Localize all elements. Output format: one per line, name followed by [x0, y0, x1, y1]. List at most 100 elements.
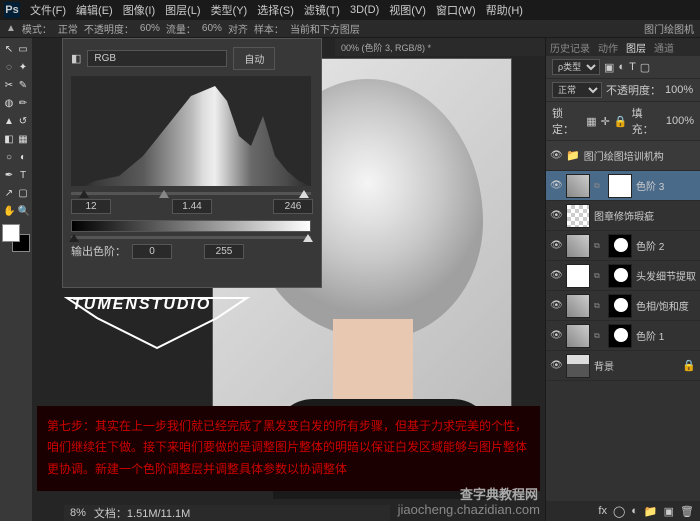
pen-tool[interactable]: ✒: [3, 167, 15, 183]
layer-thumb[interactable]: [566, 234, 590, 258]
document-tab[interactable]: 00% (色阶 3, RGB/8) *: [335, 38, 545, 56]
visibility-icon[interactable]: 👁: [550, 330, 562, 341]
menu-type[interactable]: 类型(Y): [211, 2, 248, 18]
layer-row[interactable]: 👁 ⧉ 头发细节提取: [546, 261, 700, 291]
tab-layers[interactable]: 图层: [626, 40, 646, 55]
layer-row[interactable]: 👁 ⧉ 色阶 2: [546, 231, 700, 261]
folder-icon[interactable]: 📁: [644, 505, 658, 518]
layer-row[interactable]: 👁 ⧉ 色相/饱和度: [546, 291, 700, 321]
lock-position-icon[interactable]: ✛: [601, 115, 610, 128]
fill-value[interactable]: 100%: [666, 115, 694, 127]
visibility-icon[interactable]: 👁: [550, 240, 562, 251]
layer-row[interactable]: 👁 背景 🔒: [546, 351, 700, 381]
link-icon[interactable]: ⧉: [594, 271, 604, 281]
opt-flow-value[interactable]: 60%: [202, 23, 222, 34]
menu-image[interactable]: 图像(I): [123, 2, 155, 18]
output-slider[interactable]: [71, 236, 311, 239]
black-point-handle[interactable]: [79, 190, 89, 198]
eraser-tool[interactable]: ◧: [3, 131, 15, 147]
eyedrop-tool[interactable]: ✎: [17, 77, 29, 93]
trash-icon[interactable]: 🗑: [680, 505, 694, 518]
color-swatch[interactable]: [2, 224, 30, 252]
filter-icon[interactable]: ▢: [640, 61, 650, 74]
mask-thumb[interactable]: [608, 234, 632, 258]
type-tool[interactable]: T: [17, 167, 29, 183]
menu-filter[interactable]: 滤镜(T): [304, 2, 340, 18]
menu-view[interactable]: 视图(V): [389, 2, 426, 18]
layer-thumb[interactable]: [566, 354, 590, 378]
visibility-icon[interactable]: 👁: [550, 270, 562, 281]
link-icon[interactable]: ⧉: [594, 181, 604, 191]
mask-thumb[interactable]: [608, 324, 632, 348]
out-black-handle[interactable]: [69, 234, 79, 242]
lock-pixels-icon[interactable]: ▦: [586, 115, 596, 128]
lasso-tool[interactable]: ◌: [3, 59, 15, 75]
menu-3d[interactable]: 3D(D): [350, 4, 379, 16]
filter-icon[interactable]: ▣: [604, 61, 614, 74]
layer-row[interactable]: 👁 ⧉ 色阶 3: [546, 171, 700, 201]
mask-thumb[interactable]: [608, 264, 632, 288]
tab-history[interactable]: 历史记录: [550, 40, 590, 55]
tab-channels[interactable]: 通道: [654, 40, 674, 55]
layer-group[interactable]: 👁 📁 图门绘图培训机构: [546, 141, 700, 171]
menu-layer[interactable]: 图层(L): [165, 2, 200, 18]
output-white[interactable]: [204, 244, 244, 259]
gradient-tool[interactable]: ▦: [17, 131, 29, 147]
gamma-handle[interactable]: [159, 190, 169, 198]
layer-thumb[interactable]: [566, 324, 590, 348]
mask-thumb[interactable]: [608, 174, 632, 198]
hand-tool[interactable]: ✋: [3, 203, 15, 219]
marquee-tool[interactable]: ▭: [17, 41, 29, 57]
opt-opacity-value[interactable]: 60%: [140, 23, 160, 34]
tab-actions[interactable]: 动作: [598, 40, 618, 55]
menu-select[interactable]: 选择(S): [257, 2, 294, 18]
visibility-icon[interactable]: 👁: [550, 150, 562, 161]
layer-thumb[interactable]: [566, 264, 590, 288]
brush-tool[interactable]: ✏: [17, 95, 29, 111]
dodge-tool[interactable]: ◐: [17, 149, 29, 165]
visibility-icon[interactable]: 👁: [550, 300, 562, 311]
input-black[interactable]: [71, 199, 111, 214]
wand-tool[interactable]: ✦: [17, 59, 29, 75]
menu-window[interactable]: 窗口(W): [436, 2, 476, 18]
heal-tool[interactable]: ◍: [3, 95, 15, 111]
filter-icon[interactable]: T: [629, 61, 636, 73]
output-black[interactable]: [132, 244, 172, 259]
visibility-icon[interactable]: 👁: [550, 210, 562, 221]
opt-align[interactable]: 对齐: [228, 21, 248, 36]
move-tool[interactable]: ↖: [3, 41, 15, 57]
visibility-icon[interactable]: 👁: [550, 360, 562, 371]
blend-mode[interactable]: 正常: [552, 82, 602, 98]
link-icon[interactable]: ⧉: [594, 241, 604, 251]
link-icon[interactable]: ⧉: [594, 331, 604, 341]
layer-thumb[interactable]: [566, 294, 590, 318]
opt-sample-value[interactable]: 当前和下方图层: [290, 21, 360, 36]
blur-tool[interactable]: ○: [3, 149, 15, 165]
auto-button[interactable]: 自动: [233, 47, 275, 70]
opacity-value[interactable]: 100%: [665, 84, 693, 96]
input-slider[interactable]: [71, 192, 311, 195]
menu-file[interactable]: 文件(F): [30, 2, 66, 18]
mask-icon[interactable]: ◯: [613, 505, 625, 518]
lock-all-icon[interactable]: 🔒: [614, 115, 628, 128]
menu-edit[interactable]: 编辑(E): [76, 2, 113, 18]
input-white[interactable]: [273, 199, 313, 214]
menu-help[interactable]: 帮助(H): [486, 2, 523, 18]
layer-thumb[interactable]: [566, 174, 590, 198]
zoom-value[interactable]: 8%: [70, 507, 86, 519]
adjust-icon[interactable]: ◐: [631, 505, 638, 517]
zoom-tool[interactable]: 🔍: [17, 203, 29, 219]
visibility-icon[interactable]: 👁: [550, 180, 562, 191]
path-tool[interactable]: ↗: [3, 185, 15, 201]
white-point-handle[interactable]: [299, 190, 309, 198]
shape-tool[interactable]: ▢: [17, 185, 29, 201]
mask-thumb[interactable]: [608, 294, 632, 318]
filter-icon[interactable]: ◐: [618, 61, 625, 73]
filter-kind[interactable]: ρ类型: [552, 59, 600, 75]
link-icon[interactable]: ⧉: [594, 301, 604, 311]
layer-row[interactable]: 👁 图章修饰瑕疵: [546, 201, 700, 231]
new-layer-icon[interactable]: ▣: [664, 505, 674, 518]
out-white-handle[interactable]: [303, 234, 313, 242]
crop-tool[interactable]: ✂: [3, 77, 15, 93]
stamp-tool[interactable]: ▲: [3, 113, 15, 129]
